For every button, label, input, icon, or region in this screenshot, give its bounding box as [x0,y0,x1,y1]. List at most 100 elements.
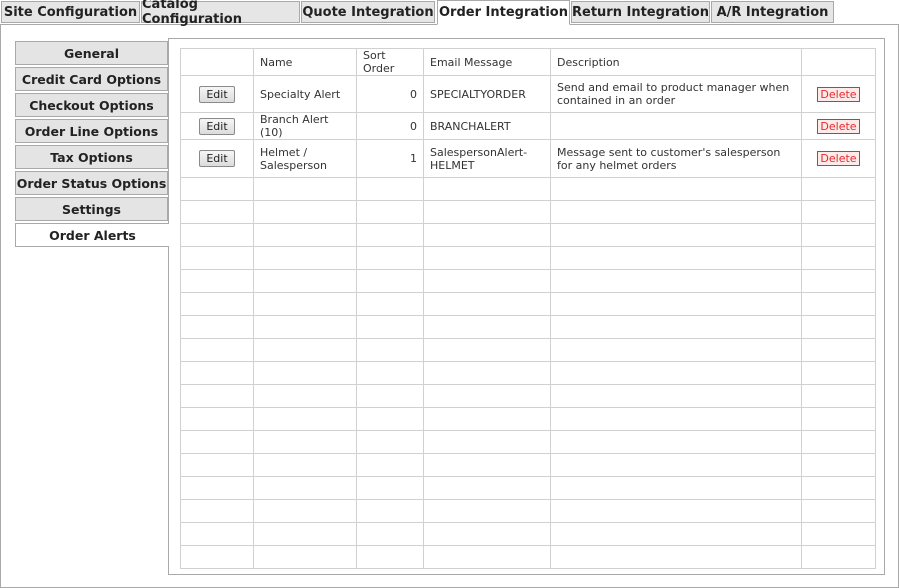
empty-cell [356,246,424,270]
empty-row [180,269,876,293]
alert-name: Specialty Alert [253,75,357,113]
empty-cell [253,315,357,339]
empty-cell [550,177,802,201]
side-item-order-status-options[interactable]: Order Status Options [15,171,168,195]
empty-row [180,361,876,385]
empty-cell [356,223,424,247]
empty-row [180,522,876,546]
empty-row [180,453,876,477]
empty-cell [801,545,876,569]
side-item-settings[interactable]: Settings [15,197,168,221]
empty-cell [801,338,876,362]
empty-cell [550,430,802,454]
side-item-checkout-options[interactable]: Checkout Options [15,93,168,117]
empty-cell [180,315,254,339]
empty-cell [180,499,254,523]
empty-cell [180,223,254,247]
empty-cell [801,522,876,546]
delete-cell: Delete [801,75,876,113]
empty-cell [550,315,802,339]
empty-cell [423,430,551,454]
side-item-order-alerts[interactable]: Order Alerts [15,223,169,247]
empty-cell [550,384,802,408]
empty-cell [801,361,876,385]
alert-email-message: SalespersonAlert-HELMET [423,139,551,178]
alert-description [550,112,802,140]
alert-description: Message sent to customer's salesperson f… [550,139,802,178]
empty-cell [801,315,876,339]
edit-cell: Edit [180,112,254,140]
empty-cell [253,223,357,247]
empty-cell [253,453,357,477]
edit-button[interactable]: Edit [199,117,235,135]
empty-cell [801,407,876,431]
empty-cell [180,407,254,431]
empty-cell [550,545,802,569]
empty-cell [423,361,551,385]
empty-cell [550,453,802,477]
tab-quote-integration[interactable]: Quote Integration [301,1,435,23]
empty-cell [801,269,876,293]
tab-order-integration[interactable]: Order Integration [437,0,570,25]
side-item-credit-card-options[interactable]: Credit Card Options [15,67,168,91]
alert-email-message: BRANCHALERT [423,112,551,140]
tab-catalog-configuration[interactable]: Catalog Configuration [141,0,300,27]
empty-cell [801,499,876,523]
empty-cell [356,292,424,316]
empty-cell [356,476,424,500]
empty-cell [180,361,254,385]
empty-cell [180,453,254,477]
column-header-sort-order: Sort Order [356,48,424,76]
side-item-order-line-options[interactable]: Order Line Options [15,119,168,143]
empty-cell [550,269,802,293]
empty-cell [356,177,424,201]
empty-cell [180,200,254,224]
empty-cell [423,384,551,408]
empty-cell [423,246,551,270]
empty-row [180,430,876,454]
alert-sort-order: 1 [356,139,424,178]
empty-cell [253,292,357,316]
column-header-delete [801,48,876,76]
empty-cell [423,223,551,247]
empty-cell [253,499,357,523]
empty-cell [180,545,254,569]
empty-cell [423,200,551,224]
tab-return-integration[interactable]: Return Integration [571,1,710,23]
tab-ar-integration[interactable]: A/R Integration [711,1,834,23]
empty-cell [253,384,357,408]
empty-row [180,407,876,431]
edit-cell: Edit [180,139,254,178]
side-item-tax-options[interactable]: Tax Options [15,145,168,169]
edit-button[interactable]: Edit [199,85,235,103]
alert-name: Branch Alert (10) [253,112,357,140]
empty-row [180,476,876,500]
empty-cell [356,315,424,339]
side-item-general[interactable]: General [15,41,168,65]
tab-site-configuration[interactable]: Site Configuration [1,1,140,23]
alert-name: Helmet / Salesperson [253,139,357,178]
empty-cell [253,177,357,201]
delete-cell: Delete [801,112,876,140]
empty-cell [253,246,357,270]
empty-cell [423,292,551,316]
delete-button[interactable]: Delete [817,151,860,166]
empty-row [180,499,876,523]
empty-cell [356,522,424,546]
empty-cell [180,177,254,201]
delete-button[interactable]: Delete [817,118,860,134]
empty-cell [550,338,802,362]
empty-cell [550,476,802,500]
column-header-description: Description [550,48,802,76]
table-row: Edit Branch Alert (10) 0 BRANCHALERT Del… [180,112,876,140]
empty-row [180,384,876,408]
empty-cell [356,499,424,523]
alert-sort-order: 0 [356,75,424,113]
delete-button[interactable]: Delete [817,86,860,102]
empty-cell [423,177,551,201]
edit-button[interactable]: Edit [199,150,235,167]
empty-cell [253,269,357,293]
empty-cell [180,430,254,454]
empty-row [180,545,876,569]
empty-cell [801,246,876,270]
